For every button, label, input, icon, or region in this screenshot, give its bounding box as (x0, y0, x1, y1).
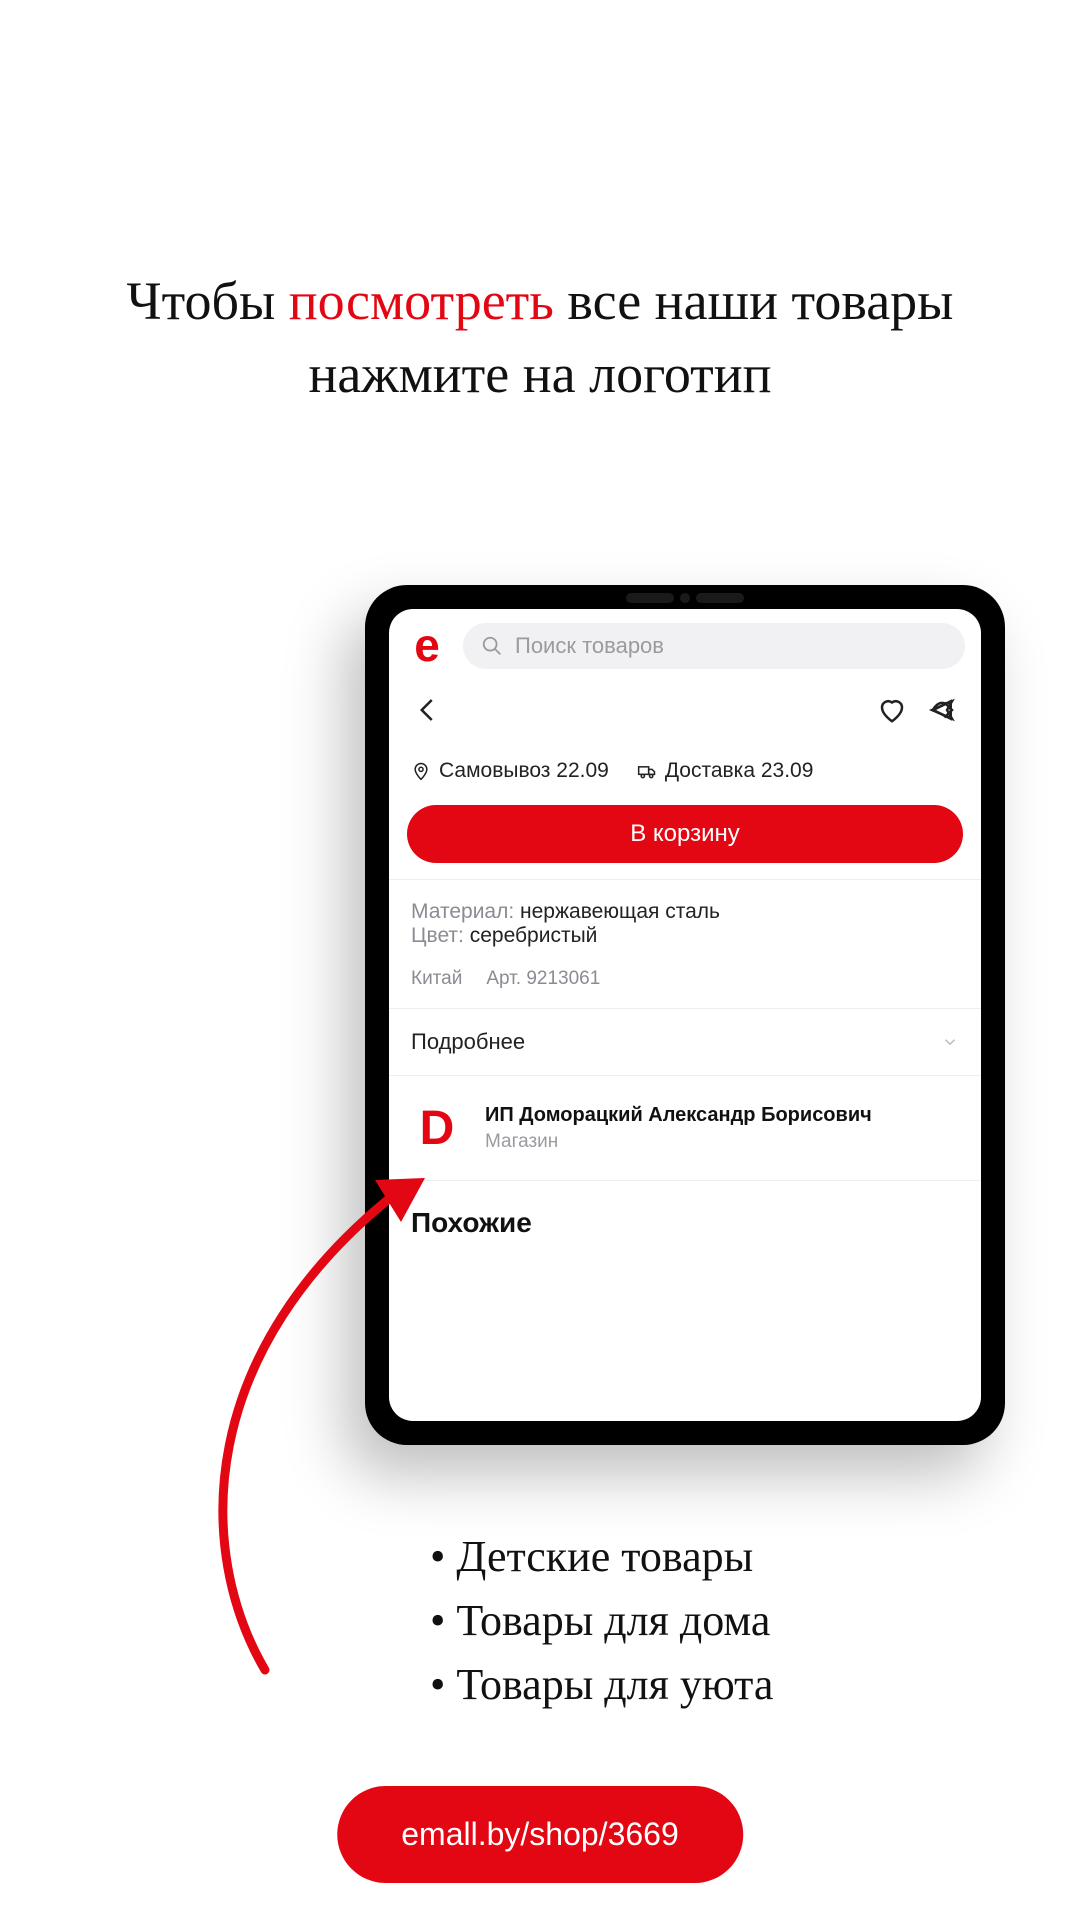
url-text: emall.by/shop/3669 (401, 1816, 679, 1852)
app-topbar: e Поиск товаров (389, 609, 981, 683)
app-logo-icon[interactable]: e (405, 624, 449, 668)
pickup-text: Самовывоз 22.09 (439, 759, 609, 783)
seller-sub: Магазин (485, 1131, 872, 1153)
spec-color: Цвет: серебристый (411, 924, 959, 948)
country-text: Китай (411, 968, 462, 990)
seller-logo-icon: D (411, 1102, 463, 1154)
specs-block: Материал: нержавеющая сталь Цвет: серебр… (389, 879, 981, 958)
seller-row[interactable]: D ИП Доморацкий Александр Борисович Мага… (389, 1076, 981, 1181)
color-label: Цвет: (411, 924, 464, 947)
nav-row (389, 683, 981, 731)
headline-part2: все наши товары (554, 271, 954, 331)
delivery-row: Самовывоз 22.09 Доставка 23.09 (389, 731, 981, 801)
headline-line2: нажмите на логотип (308, 344, 771, 404)
truck-icon (637, 761, 657, 781)
material-label: Материал: (411, 900, 514, 923)
similar-heading: Похожие (389, 1181, 981, 1239)
shipping-info: Доставка 23.09 (637, 759, 814, 783)
bullet-item: Товары для дома (430, 1589, 773, 1653)
spec-material: Материал: нержавеющая сталь (411, 900, 959, 924)
add-to-cart-button[interactable]: В корзину (407, 805, 963, 863)
headline: Чтобы посмотреть все наши товары нажмите… (0, 265, 1080, 411)
bullet-item: Детские товары (430, 1525, 773, 1589)
favorite-button[interactable] (875, 693, 909, 727)
chevron-left-icon (413, 695, 443, 725)
color-value: серебристый (464, 924, 598, 947)
pickup-info: Самовывоз 22.09 (411, 759, 609, 783)
shipping-text: Доставка 23.09 (665, 759, 814, 783)
share-button[interactable] (925, 693, 959, 727)
tablet-mockup: e Поиск товаров Самовывоз 22.09 (365, 585, 1005, 1445)
search-icon (481, 635, 503, 657)
material-value: нержавеющая сталь (514, 900, 720, 923)
seller-name: ИП Доморацкий Александр Борисович (485, 1104, 872, 1127)
chevron-down-icon (941, 1033, 959, 1051)
headline-highlight: посмотреть (289, 271, 554, 331)
more-row[interactable]: Подробнее (389, 1008, 981, 1076)
url-pill[interactable]: emall.by/shop/3669 (337, 1786, 743, 1883)
back-button[interactable] (411, 693, 445, 727)
bullet-item: Товары для уюта (430, 1653, 773, 1717)
meta-row: Китай Арт. 9213061 (389, 958, 981, 1008)
search-input[interactable]: Поиск товаров (463, 623, 965, 669)
article-text: Арт. 9213061 (486, 968, 600, 990)
bullet-list: Детские товары Товары для дома Товары дл… (430, 1525, 773, 1716)
more-label: Подробнее (411, 1029, 525, 1055)
tablet-notch (626, 593, 744, 603)
heart-icon (877, 695, 907, 725)
search-placeholder: Поиск товаров (515, 633, 664, 659)
pin-icon (411, 761, 431, 781)
cta-label: В корзину (630, 820, 740, 848)
tablet-screen: e Поиск товаров Самовывоз 22.09 (389, 609, 981, 1421)
headline-part1: Чтобы (127, 271, 289, 331)
